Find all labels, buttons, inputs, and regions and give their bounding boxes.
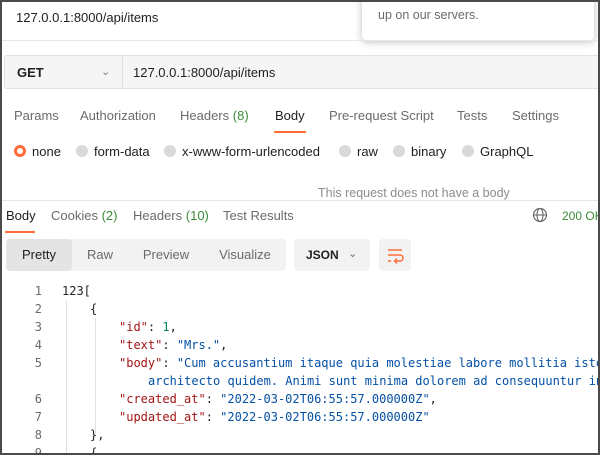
radio-selected-icon [14, 145, 26, 157]
radio-icon [164, 145, 176, 157]
view-preview-button[interactable]: Preview [128, 239, 204, 271]
url-text: 127.0.0.1:8000/api/items [133, 65, 276, 80]
divider [2, 40, 598, 41]
code-line: "id": 1, [119, 320, 177, 334]
line-number: 9 [34, 446, 42, 455]
code-line: "body": "Cum accusantium itaque quia mol… [119, 356, 600, 370]
code-line: }, [90, 428, 105, 442]
globe-icon[interactable] [532, 207, 548, 223]
tab-headers[interactable]: Headers (8) [180, 108, 249, 123]
format-select[interactable]: JSON ⌄ [294, 239, 370, 271]
response-body-viewer[interactable]: 1 123[ 2 { 3 "id": 1, 4 "text": "Mrs.", … [2, 282, 600, 455]
radio-icon [339, 145, 351, 157]
method-label: GET [17, 65, 44, 80]
line-number: 6 [34, 392, 42, 406]
app-frame: 127.0.0.1:8000/api/items up on our serve… [0, 0, 600, 455]
radio-icon [76, 145, 88, 157]
radio-icon [462, 145, 474, 157]
code-line: { [90, 446, 98, 455]
code-line: "created_at": "2022-03-02T06:55:57.00000… [119, 392, 437, 406]
tab-params[interactable]: Params [14, 108, 59, 123]
chevron-down-icon: ⌄ [348, 248, 358, 260]
radio-graphql[interactable]: GraphQL [462, 144, 533, 159]
code-line-continuation: architecto quidem. Animi sunt minima dol… [148, 374, 600, 388]
view-mode-group: Pretty Raw Preview Visualize [6, 239, 286, 271]
line-number: 8 [34, 428, 42, 442]
line-number: 2 [34, 302, 42, 316]
wrap-lines-icon[interactable] [379, 239, 411, 271]
response-tab-test-results[interactable]: Test Results [223, 208, 294, 223]
format-label: JSON [306, 248, 339, 262]
method-select[interactable]: GET ⌄ [4, 55, 122, 89]
url-input[interactable]: 127.0.0.1:8000/api/items [122, 55, 598, 89]
view-pretty-button[interactable]: Pretty [6, 239, 72, 271]
tab-body[interactable]: Body [275, 108, 305, 123]
tab-tests[interactable]: Tests [457, 108, 487, 123]
tab-authorization[interactable]: Authorization [80, 108, 156, 123]
response-tab-body[interactable]: Body [6, 208, 36, 223]
code-line: "text": "Mrs.", [119, 338, 228, 352]
indent-guide [66, 300, 67, 453]
view-raw-button[interactable]: Raw [72, 239, 128, 271]
tab-settings[interactable]: Settings [512, 108, 559, 123]
code-line: 123[ [62, 284, 91, 298]
radio-icon [393, 145, 405, 157]
line-number: 1 [34, 284, 42, 298]
radio-raw[interactable]: raw [339, 144, 378, 159]
code-line: "updated_at": "2022-03-02T06:55:57.00000… [119, 410, 430, 424]
chevron-down-icon: ⌄ [101, 66, 111, 78]
line-number: 3 [34, 320, 42, 334]
divider [2, 200, 598, 201]
window-title: 127.0.0.1:8000/api/items [16, 10, 159, 25]
notification-toast[interactable]: up on our servers. [362, 2, 594, 40]
response-status[interactable]: 200 OK [562, 209, 598, 223]
active-tab-indicator [274, 131, 306, 133]
view-visualize-button[interactable]: Visualize [204, 239, 286, 271]
no-body-message: This request does not have a body [318, 186, 510, 200]
toast-text: up on our servers. [378, 8, 479, 22]
response-tab-cookies[interactable]: Cookies (2) [51, 208, 117, 223]
radio-x-www-form-urlencoded[interactable]: x-www-form-urlencoded [164, 144, 320, 159]
radio-binary[interactable]: binary [393, 144, 446, 159]
code-line: { [90, 302, 98, 316]
tab-pre-request-script[interactable]: Pre-request Script [329, 108, 434, 123]
radio-form-data[interactable]: form-data [76, 144, 150, 159]
response-tab-headers[interactable]: Headers (10) [133, 208, 209, 223]
radio-none[interactable]: none [14, 144, 61, 159]
line-number: 4 [34, 338, 42, 352]
active-response-tab-indicator [5, 231, 35, 233]
line-number: 7 [34, 410, 42, 424]
indent-guide [95, 318, 96, 434]
line-number: 5 [34, 356, 42, 370]
